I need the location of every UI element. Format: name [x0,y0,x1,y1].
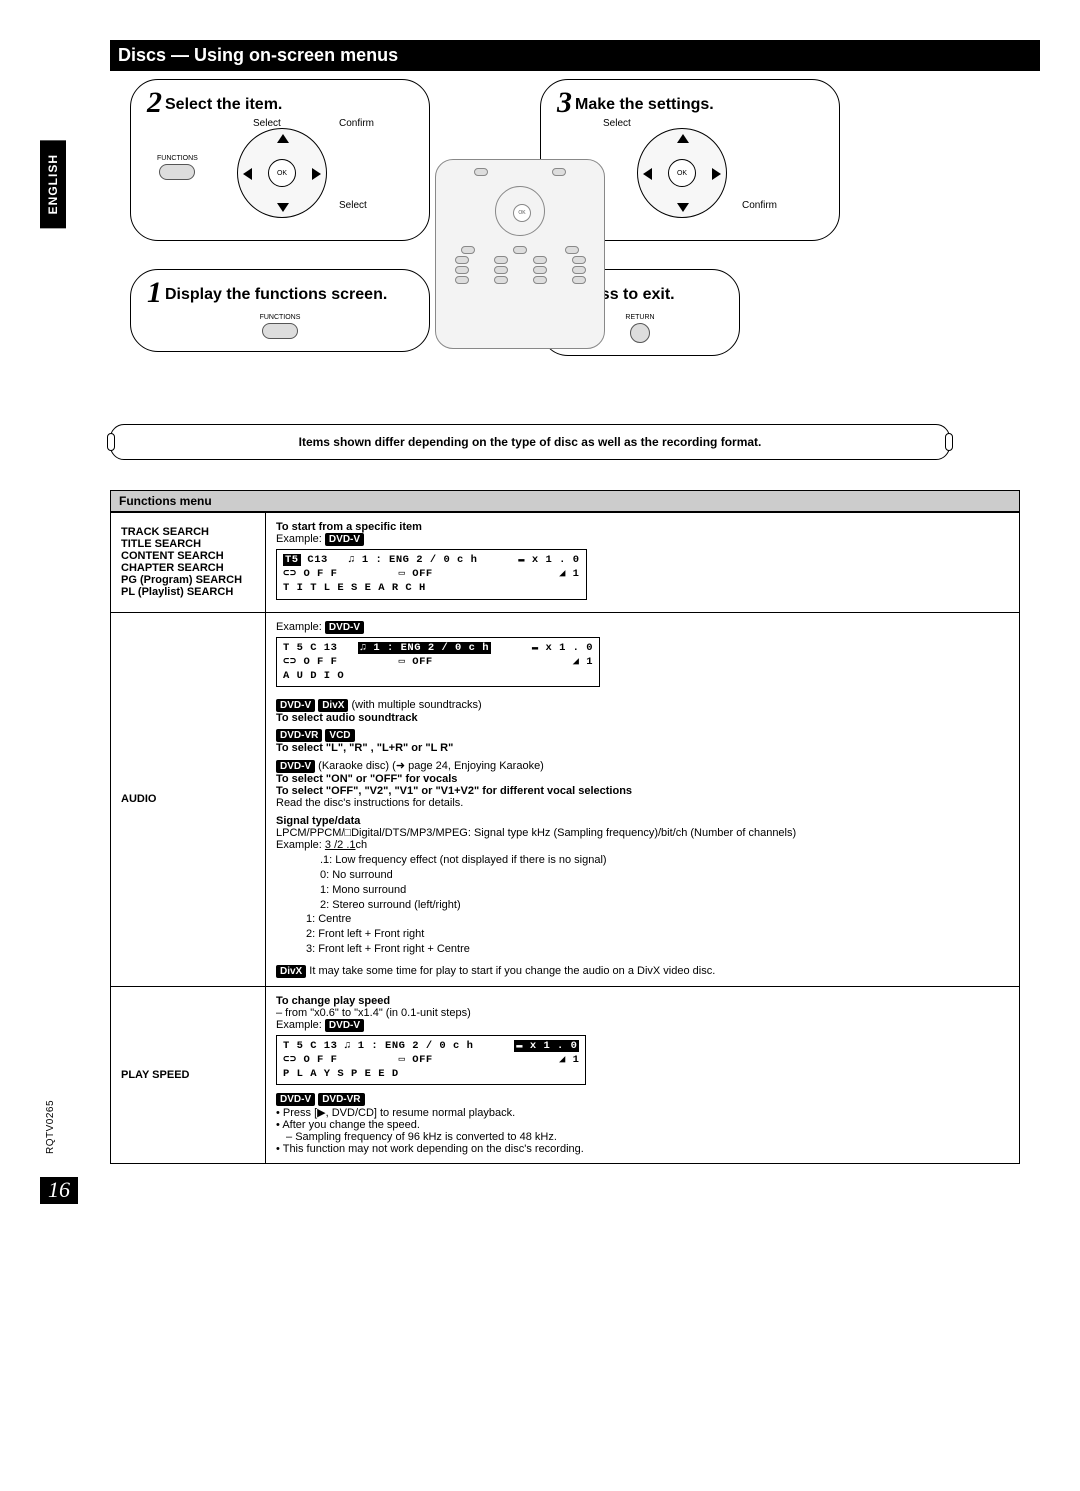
label-select: Select [339,200,367,211]
language-tab: ENGLISH [40,140,66,228]
ok-button-icon: OK [668,159,696,187]
osd-preview: T 5 C 13 ♫ 1 : ENG 2 / 0 c h ▬ x 1 . 0 ⊂… [276,1035,586,1086]
disc-badge: DVD-V [325,1019,364,1032]
label-select: Select [603,118,631,129]
step-3-title: Make the settings. [575,96,714,113]
disc-badge: DVD-VR [276,729,322,742]
step-2-title: Select the item. [165,96,282,113]
functions-menu-header: Functions menu [110,490,1020,512]
note-box: Items shown differ depending on the type… [110,424,950,460]
remote-illustration [435,159,605,349]
disc-badge: DVD-V [325,621,364,634]
row-label-search: TRACK SEARCH TITLE SEARCH CONTENT SEARCH… [111,513,266,613]
step-2: 2Select the item. OK Select Confirm Sele… [130,79,430,241]
section-title: Discs — Using on-screen menus [110,40,1040,71]
disc-badge: DivX [276,965,306,978]
table-row: AUDIO Example: DVD-V T 5 C 13 ♫ 1 : ENG … [111,612,1020,986]
step-1: 1Display the functions screen. FUNCTIONS [130,269,430,352]
row-label-audio: AUDIO [111,612,266,986]
table-row: TRACK SEARCH TITLE SEARCH CONTENT SEARCH… [111,513,1020,613]
disc-badge: VCD [325,729,354,742]
table-row: PLAY SPEED To change play speed – from "… [111,986,1020,1164]
label-functions: FUNCTIONS [157,155,198,162]
disc-badge: DVD-V [276,699,315,712]
step-number: 1 [147,276,162,309]
disc-badge: DVD-VR [318,1093,364,1106]
steps-diagram: 2Select the item. OK Select Confirm Sele… [110,79,1020,374]
label-return: RETURN [625,314,654,321]
row-content-audio: Example: DVD-V T 5 C 13 ♫ 1 : ENG 2 / 0 … [266,612,1020,986]
row-content-search: To start from a specific item Example: D… [266,513,1020,613]
label-confirm: Confirm [742,200,777,211]
label-functions: FUNCTIONS [260,314,301,321]
functions-button-icon [262,323,298,339]
label-confirm: Confirm [339,118,374,129]
row-content-playspeed: To change play speed – from "x0.6" to "x… [266,986,1020,1164]
dpad-step2: OK [237,128,327,218]
disc-badge: DVD-V [325,533,364,546]
document-id: RQTV0265 [45,1100,56,1154]
row-label-playspeed: PLAY SPEED [111,986,266,1164]
osd-preview: T 5 C 13 ♫ 1 : ENG 2 / 0 c h ▬ x 1 . 0 ⊂… [276,637,600,688]
ok-button-icon: OK [268,159,296,187]
functions-table: TRACK SEARCH TITLE SEARCH CONTENT SEARCH… [110,512,1020,1164]
disc-badge: DVD-V [276,760,315,773]
label-select: Select [253,118,281,129]
page-number: 16 [40,1177,78,1204]
step-number: 2 [147,86,162,119]
disc-badge: DivX [318,699,348,712]
osd-preview: T5 C13 ♫ 1 : ENG 2 / 0 c h ▬ x 1 . 0 ⊂⊃ … [276,549,587,600]
return-button-icon [630,323,650,343]
step-1-title: Display the functions screen. [165,286,387,303]
functions-button-icon [159,164,195,180]
step-number: 3 [557,86,572,119]
disc-badge: DVD-V [276,1093,315,1106]
dpad-step3: OK [637,128,727,218]
